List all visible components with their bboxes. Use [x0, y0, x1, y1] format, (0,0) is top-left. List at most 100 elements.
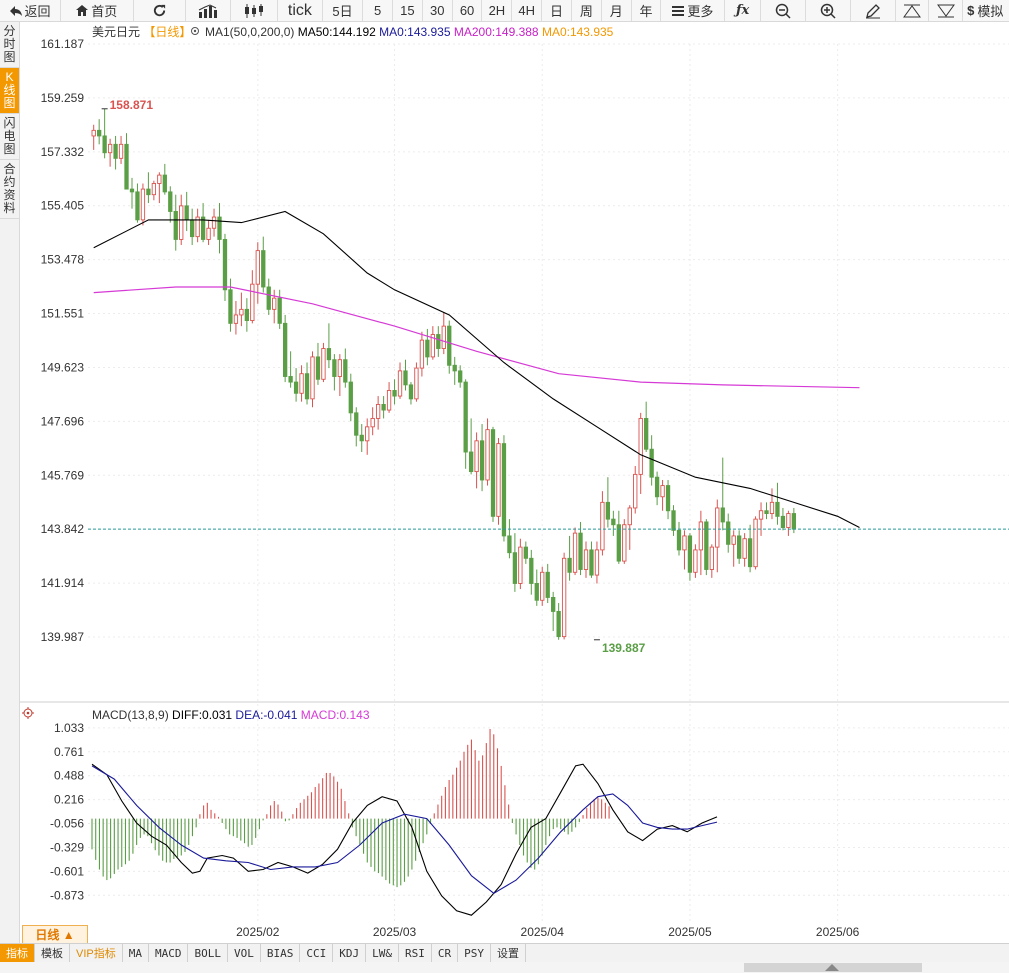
candle	[726, 513, 731, 553]
candle	[151, 180, 157, 201]
period-5d[interactable]: 5日	[323, 0, 364, 21]
low-label: 139.887	[602, 641, 646, 655]
indicator-tab[interactable]: VIP指标	[70, 944, 123, 962]
zoom-out-button[interactable]	[761, 0, 806, 21]
candle-body	[693, 549, 698, 573]
period-year[interactable]: 年	[632, 0, 662, 21]
price-tick-label: 141.914	[41, 576, 85, 590]
chart-area[interactable]: 161.187 159.259 157.332 155.405 153.478 151.5…	[0, 22, 1009, 943]
indicator-tab[interactable]: CR	[432, 944, 459, 962]
candle	[490, 426, 496, 522]
candle	[742, 533, 747, 567]
back-button[interactable]: 返回	[0, 0, 62, 21]
candle-body	[184, 205, 189, 221]
period-selector[interactable]: 日线 ▲	[22, 925, 88, 944]
candle-body	[146, 188, 151, 196]
refresh-button[interactable]	[134, 0, 187, 21]
chart-type-button[interactable]	[186, 0, 232, 21]
candle-body	[479, 440, 485, 481]
candle	[479, 424, 485, 492]
indicator-tab[interactable]: LW&	[366, 944, 399, 962]
candle-body	[649, 448, 654, 478]
candle	[261, 236, 266, 293]
legend-ma0b: MA0:143.935	[542, 25, 614, 39]
triangle-up-icon	[903, 4, 922, 18]
scroll-up-button[interactable]	[896, 0, 930, 21]
period-month[interactable]: 月	[602, 0, 632, 21]
candle	[501, 435, 507, 542]
candle	[386, 382, 392, 413]
indicator-tab[interactable]: BIAS	[261, 944, 301, 962]
indicator-tab[interactable]: 指标	[0, 944, 35, 962]
draw-button[interactable]	[851, 0, 896, 21]
period-day[interactable]: 日	[542, 0, 572, 21]
scroll-handle-icon	[825, 964, 839, 971]
period-week[interactable]: 周	[572, 0, 602, 21]
candle-body	[441, 325, 446, 349]
price-tick-label: 159.259	[41, 91, 85, 105]
candle-body	[638, 417, 643, 475]
tick-button[interactable]: tick	[278, 0, 323, 21]
indicator-tab[interactable]: CCI	[300, 944, 334, 962]
candle	[496, 438, 501, 525]
triangle-down-icon	[936, 4, 955, 18]
indicator-tab[interactable]: MACD	[149, 944, 189, 962]
candle-body	[386, 390, 392, 411]
indicator-tab[interactable]: KDJ	[333, 944, 367, 962]
period-4h[interactable]: 4H	[512, 0, 543, 21]
indicator-tabs: 指标 模板 VIP指标 MA MACD BOLL VOL BIAS CCI KDJ LW& RSI CR…	[0, 943, 1009, 962]
candle	[332, 354, 337, 391]
legend-name: 美元日元	[92, 25, 140, 39]
candle-body	[485, 429, 490, 481]
candle-body	[315, 356, 321, 380]
candle	[315, 342, 321, 385]
scroll-down-button[interactable]	[929, 0, 964, 21]
candle	[468, 418, 474, 475]
home-icon	[76, 5, 89, 16]
candle-body	[523, 546, 528, 559]
period-30m[interactable]: 30	[423, 0, 453, 21]
date-axis: 2025/02 2025/03 2025/04 2025/05 2025/06	[236, 925, 860, 939]
candle-body	[310, 356, 315, 400]
candle-body	[611, 518, 616, 526]
candle	[140, 183, 146, 226]
candle-body	[671, 510, 676, 531]
candle	[485, 418, 490, 486]
candle	[687, 533, 693, 581]
candle	[769, 488, 775, 520]
candle-body	[436, 334, 441, 349]
candle	[775, 482, 780, 525]
indicator-tab[interactable]: MA	[123, 944, 149, 962]
candle	[157, 172, 162, 204]
more-button[interactable]: 更多	[661, 0, 726, 21]
macd-settings-icon[interactable]	[22, 707, 34, 719]
period-15m[interactable]: 15	[393, 0, 423, 21]
candle-body	[233, 314, 239, 324]
period-5m[interactable]: 5	[363, 0, 393, 21]
indicator-tab[interactable]: PSY	[458, 944, 491, 962]
horizontal-scrollbar[interactable]	[0, 962, 1009, 973]
candle	[195, 208, 200, 243]
indicator-tab[interactable]: 模板	[35, 944, 70, 962]
candle	[206, 219, 211, 246]
candle	[370, 407, 375, 436]
simulate-button[interactable]: $ 模拟	[963, 0, 1009, 21]
settings-icon[interactable]	[191, 27, 199, 35]
zoom-in-button[interactable]	[806, 0, 851, 21]
indicator-tab[interactable]: VOL	[228, 944, 261, 962]
candle	[463, 379, 468, 469]
indicator-tab[interactable]: 设置	[491, 944, 526, 962]
candle-body	[726, 521, 731, 545]
candle-body	[764, 510, 769, 514]
candle-body	[780, 515, 786, 528]
period-60m[interactable]: 60	[453, 0, 483, 21]
period-2h[interactable]: 2H	[482, 0, 513, 21]
formula-button[interactable]: ƒx	[725, 0, 761, 21]
candlestick-button[interactable]	[231, 0, 278, 21]
candle	[534, 569, 539, 606]
home-button[interactable]: 首页	[61, 0, 134, 21]
indicator-tab[interactable]: RSI	[399, 944, 432, 962]
candle	[572, 527, 578, 576]
indicator-tab[interactable]: BOLL	[188, 944, 228, 962]
candle-body	[490, 429, 496, 517]
